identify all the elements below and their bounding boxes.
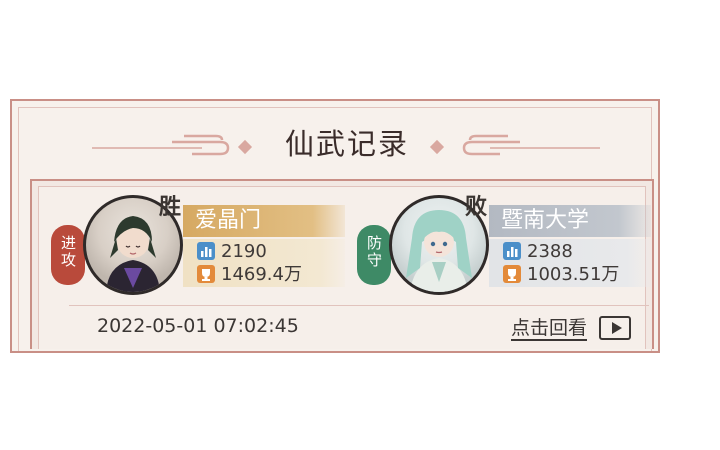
defender-stats: 2388 1003.51万 xyxy=(489,239,651,287)
trophy-icon xyxy=(197,265,215,283)
attacker-name-bar: 爱晶门 xyxy=(183,205,345,237)
defender-player: 防守 败 暨南大学 2388 1003.51万 xyxy=(357,194,655,295)
attacker-power-row: 2190 xyxy=(197,241,267,263)
defender-power-row: 2388 xyxy=(503,241,573,263)
bar-chart-icon xyxy=(197,242,215,260)
title-left-ornament xyxy=(92,134,253,156)
defender-name-bar: 暨南大学 xyxy=(489,205,651,237)
defender-name: 暨南大学 xyxy=(501,208,590,233)
battle-datetime: 2022-05-01 07:02:45 xyxy=(97,315,299,337)
battle-record-card[interactable]: 进攻 胜 爱晶门 2190 1469.4万 防守 败 暨南大学 2388 100… xyxy=(30,179,654,349)
attack-role-label: 进攻 xyxy=(59,235,77,269)
attacker-name: 爱晶门 xyxy=(195,208,262,233)
attack-role-badge: 进攻 xyxy=(51,225,85,285)
attacker-player: 进攻 胜 爱晶门 2190 1469.4万 xyxy=(51,194,349,295)
defense-role-label: 防守 xyxy=(365,235,383,269)
attacker-wealth: 1469.4万 xyxy=(221,264,302,285)
panel-title: 仙武记录 xyxy=(284,127,409,161)
bar-chart-icon xyxy=(503,242,521,260)
attacker-power: 2190 xyxy=(221,241,267,262)
card-inner-frame: 进攻 胜 爱晶门 2190 1469.4万 防守 败 暨南大学 2388 100… xyxy=(38,186,651,349)
play-icon[interactable] xyxy=(599,316,632,340)
title-row: 仙武记录 xyxy=(12,124,658,164)
card-divider xyxy=(69,305,649,306)
defender-result-lose: 败 xyxy=(465,194,488,220)
defense-role-badge: 防守 xyxy=(357,225,391,285)
defender-power: 2388 xyxy=(527,241,573,262)
defender-wealth-row: 1003.51万 xyxy=(503,264,619,286)
replay-button[interactable]: 点击回看 xyxy=(511,313,632,343)
trophy-icon xyxy=(503,265,521,283)
battle-record-panel: 仙武记录 进攻 胜 爱晶门 2190 1469.4万 防守 败 暨南大学 238… xyxy=(10,99,660,353)
title-right-ornament xyxy=(429,134,600,156)
attacker-wealth-row: 1469.4万 xyxy=(197,264,302,286)
attacker-result-win: 胜 xyxy=(159,194,182,220)
replay-label: 点击回看 xyxy=(511,317,588,341)
attacker-stats: 2190 1469.4万 xyxy=(183,239,345,287)
defender-wealth: 1003.51万 xyxy=(527,264,620,285)
